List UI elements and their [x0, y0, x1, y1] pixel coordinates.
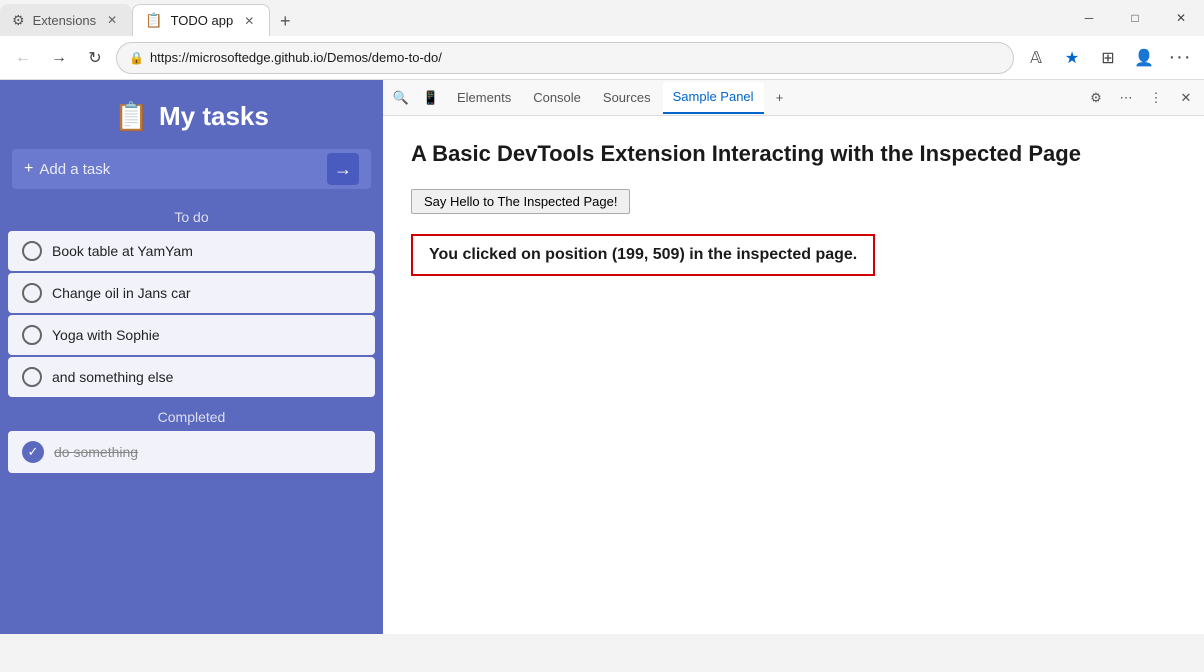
back-button[interactable]: ←: [8, 43, 38, 73]
todo-tab-icon: 📋: [145, 12, 162, 29]
devtools-tab-sample-panel[interactable]: Sample Panel: [663, 82, 764, 114]
completed-task-item-1[interactable]: ✓ do something: [8, 431, 375, 473]
address-actions: 𝔸 ★ ⊞ 👤 ···: [1020, 42, 1196, 74]
task-item-1[interactable]: Book table at YamYam: [8, 231, 375, 271]
task-text-3: Yoga with Sophie: [52, 327, 160, 343]
todo-tab-label: TODO app: [171, 13, 234, 28]
say-hello-button[interactable]: Say Hello to The Inspected Page!: [411, 189, 630, 214]
devtools-content: A Basic DevTools Extension Interacting w…: [383, 116, 1204, 634]
task-text-4: and something else: [52, 369, 173, 385]
add-task-input[interactable]: [39, 161, 327, 178]
todo-tab-close[interactable]: ✕: [241, 13, 257, 29]
task-circle-2: [22, 283, 42, 303]
click-position-message: You clicked on position (199, 509) in th…: [411, 234, 875, 276]
profile-button[interactable]: 👤: [1128, 42, 1160, 74]
todo-header: 📋 My tasks: [0, 80, 383, 149]
tab-todo-app[interactable]: 📋 TODO app ✕: [132, 4, 270, 36]
refresh-button[interactable]: ↻: [80, 43, 110, 73]
read-aloud-button[interactable]: 𝔸: [1020, 42, 1052, 74]
task-item-2[interactable]: Change oil in Jans car: [8, 273, 375, 313]
tab-extensions[interactable]: ⚙ Extensions ✕: [0, 4, 132, 36]
task-text-1: Book table at YamYam: [52, 243, 193, 259]
url-text: https://microsoftedge.github.io/Demos/de…: [150, 50, 442, 65]
devtools-add-panel-button[interactable]: +: [766, 84, 794, 112]
task-list: Book table at YamYam Change oil in Jans …: [0, 231, 383, 397]
lock-icon: 🔒: [129, 51, 144, 65]
devtools-connect-icon[interactable]: ⋯: [1112, 84, 1140, 112]
devtools-settings-button[interactable]: ⚙: [1082, 84, 1110, 112]
favorites-button[interactable]: ★: [1056, 42, 1088, 74]
devtools-actions: ⚙ ⋯ ⋮ ✕: [1082, 84, 1200, 112]
todo-section-label: To do: [0, 201, 383, 231]
devtools-close-button[interactable]: ✕: [1172, 84, 1200, 112]
devtools-tab-elements[interactable]: Elements: [447, 82, 521, 114]
close-button[interactable]: ✕: [1158, 0, 1204, 36]
todo-app-icon: 📋: [114, 100, 149, 133]
devtools-tab-bar: 🔍 📱 Elements Console Sources Sample Pane…: [383, 80, 1204, 116]
minimize-button[interactable]: ─: [1066, 0, 1112, 36]
devtools-heading: A Basic DevTools Extension Interacting w…: [411, 140, 1176, 169]
extensions-tab-label: Extensions: [33, 13, 97, 28]
devtools-panel: 🔍 📱 Elements Console Sources Sample Pane…: [383, 80, 1204, 634]
completed-task-text-1: do something: [54, 444, 138, 460]
task-circle-1: [22, 241, 42, 261]
add-task-button[interactable]: →: [327, 153, 359, 185]
completed-task-list: ✓ do something: [0, 431, 383, 473]
window-controls: ─ □ ✕: [1066, 0, 1204, 36]
task-circle-3: [22, 325, 42, 345]
collections-button[interactable]: ⊞: [1092, 42, 1124, 74]
completed-section-label: Completed: [0, 397, 383, 431]
devtools-device-icon[interactable]: 📱: [417, 84, 445, 112]
url-bar[interactable]: 🔒 https://microsoftedge.github.io/Demos/…: [116, 42, 1014, 74]
todo-sidebar: 📋 My tasks + → To do Book table at YamYa…: [0, 80, 383, 634]
add-task-row: + →: [12, 149, 371, 189]
task-check-icon-1: ✓: [22, 441, 44, 463]
devtools-tab-sources[interactable]: Sources: [593, 82, 661, 114]
maximize-button[interactable]: □: [1112, 0, 1158, 36]
title-bar: ⚙ Extensions ✕ 📋 TODO app ✕ + ─ □ ✕: [0, 0, 1204, 36]
devtools-inspect-icon[interactable]: 🔍: [387, 84, 415, 112]
extensions-tab-icon: ⚙: [12, 12, 25, 29]
add-task-plus-icon: +: [24, 160, 33, 178]
todo-app-title: My tasks: [159, 101, 269, 132]
browser-content: 📋 My tasks + → To do Book table at YamYa…: [0, 80, 1204, 634]
address-bar: ← → ↻ 🔒 https://microsoftedge.github.io/…: [0, 36, 1204, 80]
task-circle-4: [22, 367, 42, 387]
task-item-3[interactable]: Yoga with Sophie: [8, 315, 375, 355]
tab-bar: ⚙ Extensions ✕ 📋 TODO app ✕ +: [0, 0, 1066, 36]
devtools-tab-console[interactable]: Console: [523, 82, 591, 114]
forward-button[interactable]: →: [44, 43, 74, 73]
devtools-more-button[interactable]: ⋮: [1142, 84, 1170, 112]
task-text-2: Change oil in Jans car: [52, 285, 191, 301]
extensions-tab-close[interactable]: ✕: [104, 12, 120, 28]
task-item-4[interactable]: and something else: [8, 357, 375, 397]
add-tab-button[interactable]: +: [270, 6, 300, 36]
more-button[interactable]: ···: [1164, 42, 1196, 74]
